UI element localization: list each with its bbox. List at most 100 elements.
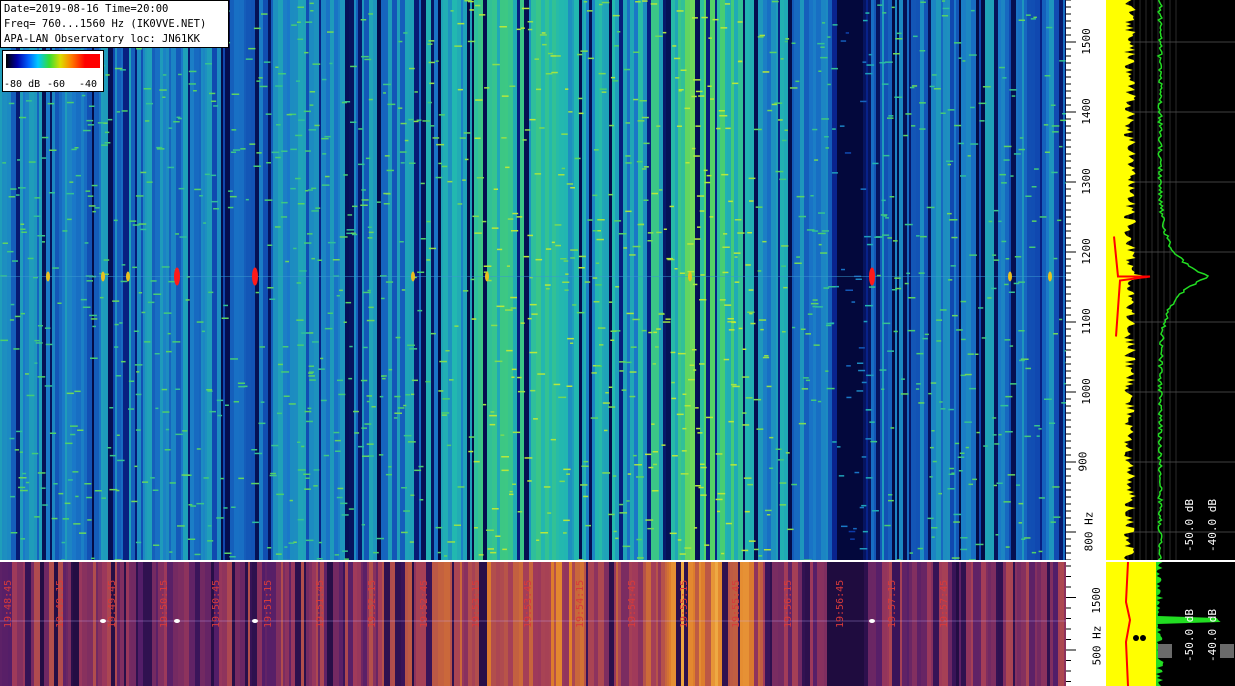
waterfall-speckle <box>324 135 331 138</box>
waterfall-speckle <box>505 166 510 169</box>
wide-column-19 <box>79 562 82 686</box>
waterfall-speckle <box>1052 486 1060 488</box>
waterfall-column-86 <box>294 0 298 560</box>
waterfall-speckle <box>643 142 650 145</box>
wide-column-46 <box>184 562 189 686</box>
waterfall-column-94 <box>326 0 330 560</box>
waterfall-speckle <box>749 200 754 202</box>
frequency-axis-main <box>1066 0 1106 560</box>
waterfall-speckle <box>767 109 773 112</box>
waterfall-speckle <box>1031 551 1037 554</box>
waterfall-speckle <box>73 523 81 525</box>
waterfall-speckle <box>315 207 321 209</box>
waterfall-speckle <box>853 527 857 530</box>
waterfall-speckle <box>1049 422 1056 424</box>
waterfall-speckle <box>530 389 536 392</box>
waterfall-speckle <box>484 87 490 89</box>
waterfall-speckle <box>317 259 322 261</box>
freq-label-1100: 1100 <box>1079 308 1093 335</box>
waterfall-speckle <box>865 438 872 440</box>
wide-column-170 <box>661 562 665 686</box>
wide-column-168 <box>656 562 658 686</box>
waterfall-column-183 <box>651 0 655 560</box>
waterfall-speckle <box>468 450 474 453</box>
waterfall-speckle <box>547 512 552 514</box>
waterfall-speckle <box>153 544 160 546</box>
waterfall-speckle <box>621 389 627 391</box>
waterfall-speckle <box>560 258 567 260</box>
waterfall-column-97 <box>338 0 340 560</box>
waterfall-speckle <box>541 32 546 34</box>
waterfall-speckle <box>699 210 705 212</box>
waterfall-speckle <box>954 42 962 44</box>
waterfall-speckle <box>350 65 357 68</box>
waterfall-speckle <box>546 288 550 290</box>
waterfall-speckle <box>688 378 695 381</box>
colorscale-bar <box>6 54 100 68</box>
waterfall-speckle <box>798 215 806 218</box>
waterfall-speckle <box>351 233 358 236</box>
waterfall-speckle <box>8 102 15 105</box>
waterfall-speckle <box>832 128 836 130</box>
waterfall-speckle <box>521 27 525 29</box>
waterfall-speckle <box>947 488 955 490</box>
waterfall-speckle <box>968 54 977 56</box>
waterfall-speckle <box>959 452 965 454</box>
waterfall-speckle <box>274 226 281 228</box>
waterfall-speckle <box>691 147 696 150</box>
waterfall-speckle <box>826 322 834 325</box>
waterfall-speckle <box>61 541 66 544</box>
waterfall-column-145 <box>513 0 517 560</box>
waterfall-speckle <box>516 28 521 31</box>
waterfall-speckle <box>912 85 918 87</box>
waterfall-speckle <box>730 464 737 466</box>
waterfall-speckle <box>742 424 750 426</box>
waterfall-speckle <box>258 77 263 79</box>
waterfall-column-287 <box>1024 0 1027 560</box>
waterfall-speckle <box>811 399 817 401</box>
wide-column-233 <box>902 562 907 686</box>
wide-column-247 <box>959 562 961 686</box>
waterfall-speckle <box>75 495 79 498</box>
wide-column-75 <box>301 562 304 686</box>
waterfall-speckle <box>188 70 197 73</box>
waterfall-speckle <box>734 281 740 283</box>
wide-column-10 <box>44 562 49 686</box>
waterfall-speckle <box>881 388 885 390</box>
waterfall-speckle <box>919 102 926 104</box>
waterfall-speckle <box>800 328 806 330</box>
waterfall-column-164 <box>584 0 586 560</box>
wide-column-252 <box>979 562 981 686</box>
waterfall-speckle <box>722 271 729 274</box>
waterfall-speckle <box>296 80 300 82</box>
waterfall-speckle <box>271 151 280 154</box>
waterfall-speckle <box>269 298 276 300</box>
waterfall-column-156 <box>556 0 559 560</box>
waterfall-speckle <box>1053 516 1061 518</box>
waterfall-speckle <box>558 174 565 176</box>
colorscale-label-min: -80 dB <box>4 79 41 90</box>
waterfall-speckle <box>400 162 405 164</box>
waterfall-speckle <box>156 146 163 149</box>
waterfall-speckle <box>288 403 296 405</box>
waterfall-speckle <box>144 341 151 343</box>
spectrum-panel-main <box>1106 0 1235 560</box>
waterfall-speckle <box>995 534 999 536</box>
wide-column-258 <box>998 562 1003 686</box>
waterfall-speckle <box>339 236 348 238</box>
waterfall-speckle <box>747 232 752 234</box>
waterfall-speckle <box>321 137 329 140</box>
waterfall-speckle <box>41 157 47 159</box>
wide-spectrum-block <box>1220 644 1234 658</box>
waterfall-speckle <box>499 26 507 28</box>
waterfall-column-44 <box>143 0 145 560</box>
waterfall-speckle <box>861 456 867 458</box>
waterfall-speckle <box>647 527 654 530</box>
waterfall-speckle <box>438 114 445 116</box>
waterfall-speckle <box>196 448 201 450</box>
waterfall-column-220 <box>788 0 792 560</box>
waterfall-column-261 <box>931 0 936 560</box>
waterfall-column-245 <box>880 0 882 560</box>
waterfall-speckle <box>781 245 789 247</box>
waterfall-speckle <box>888 494 893 496</box>
